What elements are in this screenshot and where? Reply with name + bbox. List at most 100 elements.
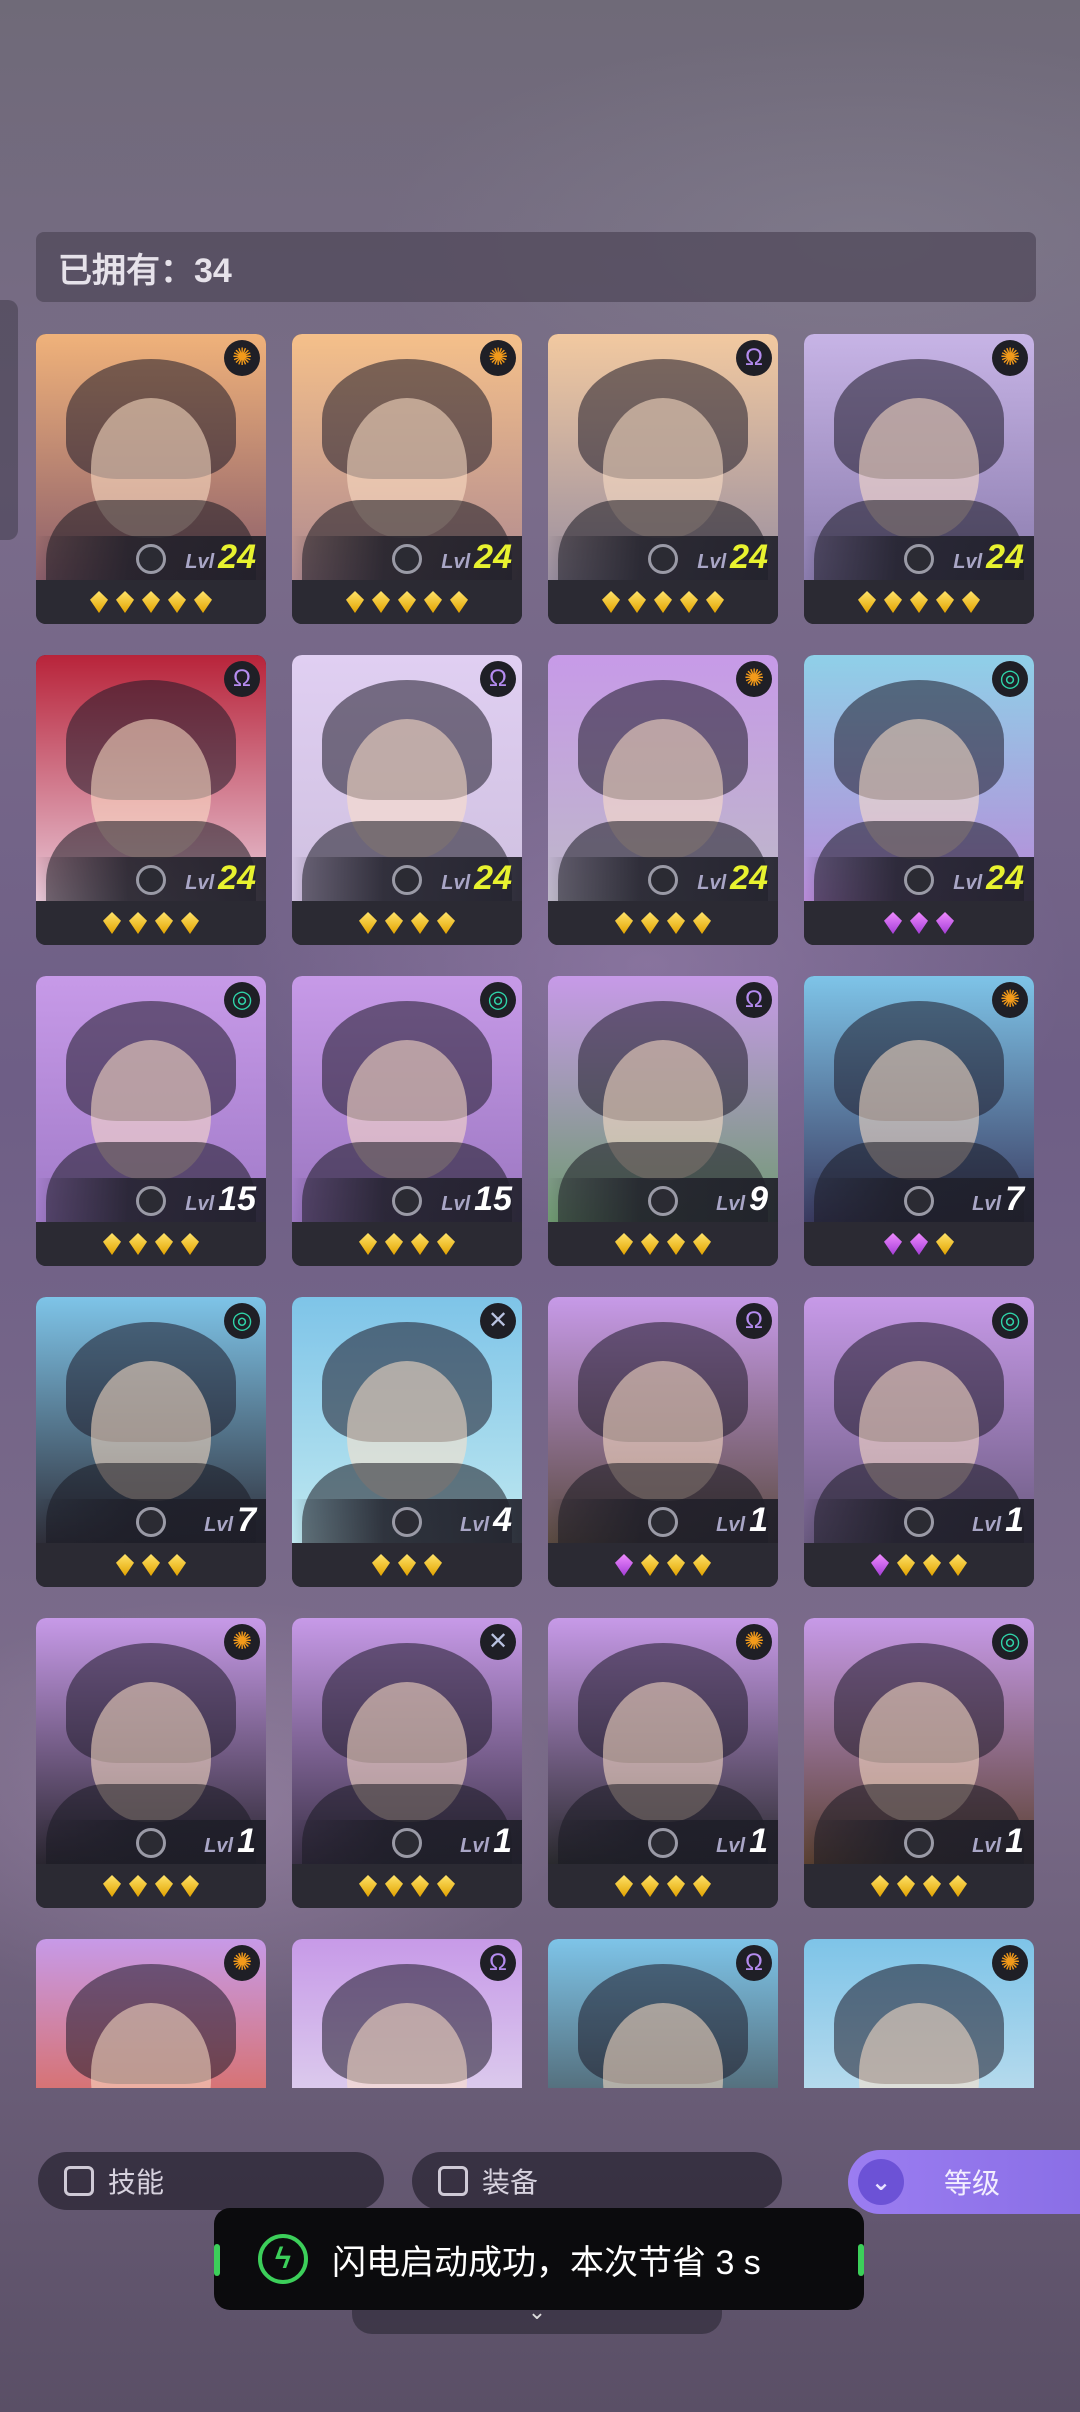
gold-star-icon bbox=[385, 1875, 403, 1897]
hero-card[interactable]: ◎ Lvl 1 bbox=[804, 1297, 1034, 1587]
hero-level: Lvl 24 bbox=[697, 861, 768, 895]
gold-star-icon bbox=[129, 1875, 147, 1897]
star-rating bbox=[804, 901, 1034, 945]
hero-level: Lvl 15 bbox=[441, 1182, 512, 1216]
hero-card[interactable]: Ω bbox=[548, 1939, 778, 2088]
hero-level: Lvl 15 bbox=[185, 1182, 256, 1216]
gold-star-icon bbox=[103, 1233, 121, 1255]
equipment-slot-icon bbox=[136, 1186, 166, 1216]
equip-checkbox[interactable] bbox=[438, 2166, 468, 2196]
level-tag: Lvl bbox=[697, 872, 727, 894]
gold-star-icon bbox=[667, 1233, 685, 1255]
star-rating bbox=[292, 1864, 522, 1908]
level-tag: Lvl bbox=[716, 1514, 746, 1536]
star-rating bbox=[548, 580, 778, 624]
hero-card[interactable]: ◎ Lvl 1 bbox=[804, 1618, 1034, 1908]
gold-star-icon bbox=[437, 1233, 455, 1255]
hero-card[interactable]: Ω bbox=[292, 1939, 522, 2088]
gold-star-icon bbox=[437, 912, 455, 934]
hero-card[interactable]: Ω Lvl 24 bbox=[548, 334, 778, 624]
hero-card[interactable]: ✺ Lvl 1 bbox=[548, 1618, 778, 1908]
hero-card[interactable]: ✺ Lvl 24 bbox=[548, 655, 778, 945]
gold-star-icon bbox=[615, 1875, 633, 1897]
equip-filter[interactable]: 装备 bbox=[412, 2152, 782, 2210]
level-tag: Lvl bbox=[441, 551, 471, 573]
hero-card[interactable]: Ω Lvl 1 bbox=[548, 1297, 778, 1587]
gold-star-icon bbox=[871, 1875, 889, 1897]
hero-card[interactable]: ◎ Lvl 15 bbox=[36, 976, 266, 1266]
level-number: 1 bbox=[749, 1501, 768, 1539]
equipment-slot-icon bbox=[392, 1507, 422, 1537]
hero-level: Lvl 1 bbox=[460, 1824, 512, 1858]
hero-card[interactable]: ✺ bbox=[36, 1939, 266, 2088]
gold-star-icon bbox=[936, 591, 954, 613]
hero-card[interactable]: ✺ Lvl 1 bbox=[36, 1618, 266, 1908]
level-number: 24 bbox=[218, 538, 256, 576]
hero-card[interactable]: ✕ Lvl 4 bbox=[292, 1297, 522, 1587]
gold-star-icon bbox=[667, 912, 685, 934]
skill-checkbox[interactable] bbox=[64, 2166, 94, 2196]
star-rating bbox=[292, 580, 522, 624]
hero-level: Lvl 24 bbox=[185, 540, 256, 574]
spiral-faction-icon: ◎ bbox=[224, 982, 260, 1018]
lightning-icon: ϟ bbox=[258, 2234, 308, 2284]
gold-star-icon bbox=[372, 591, 390, 613]
hero-card[interactable]: ✺ Lvl 24 bbox=[292, 334, 522, 624]
star-rating bbox=[36, 901, 266, 945]
level-number: 7 bbox=[237, 1501, 256, 1539]
level-tag: Lvl bbox=[460, 1514, 490, 1536]
hero-level: Lvl 1 bbox=[204, 1824, 256, 1858]
hero-level: Lvl 24 bbox=[953, 861, 1024, 895]
gold-star-icon bbox=[437, 1875, 455, 1897]
equipment-slot-icon bbox=[392, 865, 422, 895]
hero-card[interactable]: ✕ Lvl 1 bbox=[292, 1618, 522, 1908]
gold-star-icon bbox=[103, 1875, 121, 1897]
hero-card[interactable]: ◎ Lvl 7 bbox=[36, 1297, 266, 1587]
hero-card[interactable]: ◎ Lvl 15 bbox=[292, 976, 522, 1266]
level-tag: Lvl bbox=[697, 551, 727, 573]
sort-label: 等级 bbox=[944, 2168, 1001, 2199]
level-number: 24 bbox=[730, 859, 768, 897]
sort-by-level-button[interactable]: ⌄ 等级 bbox=[848, 2150, 1080, 2214]
level-tag: Lvl bbox=[460, 1835, 490, 1857]
hero-card[interactable]: Ω Lvl 24 bbox=[292, 655, 522, 945]
omega-faction-icon: Ω bbox=[736, 1945, 772, 1981]
gold-star-icon bbox=[181, 912, 199, 934]
star-rating bbox=[804, 580, 1034, 624]
gold-star-icon bbox=[667, 1875, 685, 1897]
hero-card[interactable]: ✺ bbox=[804, 1939, 1034, 2088]
double-chevron-down-icon: ⌄ bbox=[858, 2159, 904, 2205]
hero-level: Lvl 24 bbox=[441, 861, 512, 895]
character-grid: ✺ Lvl 24 ✺ Lvl 24 Ω Lvl 24 ✺ Lvl 24 Ω Lvl 24 Ω Lvl 24 ✺ Lvl… bbox=[36, 334, 1036, 2088]
gold-star-icon bbox=[398, 1554, 416, 1576]
gold-star-icon bbox=[897, 1554, 915, 1576]
toast-notification: ϟ 闪电启动成功，本次节省 3 s bbox=[214, 2208, 864, 2310]
sun-faction-icon: ✺ bbox=[224, 1624, 260, 1660]
gold-star-icon bbox=[155, 1233, 173, 1255]
side-drawer-handle[interactable] bbox=[0, 300, 18, 540]
skill-filter[interactable]: 技能 bbox=[38, 2152, 384, 2210]
hero-level: Lvl 1 bbox=[972, 1503, 1024, 1537]
star-rating bbox=[292, 901, 522, 945]
hero-card[interactable]: Ω Lvl 9 bbox=[548, 976, 778, 1266]
gold-star-icon bbox=[693, 1233, 711, 1255]
omega-faction-icon: Ω bbox=[480, 1945, 516, 1981]
hero-level: Lvl 9 bbox=[716, 1182, 768, 1216]
hero-card[interactable]: ✺ Lvl 24 bbox=[36, 334, 266, 624]
star-rating bbox=[804, 1222, 1034, 1266]
gold-star-icon bbox=[641, 1875, 659, 1897]
equipment-slot-icon bbox=[392, 1828, 422, 1858]
gold-star-icon bbox=[142, 591, 160, 613]
gold-star-icon bbox=[949, 1875, 967, 1897]
level-tag: Lvl bbox=[716, 1193, 746, 1215]
hero-card[interactable]: ✺ Lvl 7 bbox=[804, 976, 1034, 1266]
equipment-slot-icon bbox=[904, 1186, 934, 1216]
hero-card[interactable]: ✺ Lvl 24 bbox=[804, 334, 1034, 624]
level-tag: Lvl bbox=[185, 872, 215, 894]
gold-star-icon bbox=[168, 1554, 186, 1576]
level-number: 1 bbox=[749, 1822, 768, 1860]
gold-star-icon bbox=[628, 591, 646, 613]
hero-card[interactable]: ◎ Lvl 24 bbox=[804, 655, 1034, 945]
hero-card[interactable]: Ω Lvl 24 bbox=[36, 655, 266, 945]
sun-faction-icon: ✺ bbox=[992, 340, 1028, 376]
